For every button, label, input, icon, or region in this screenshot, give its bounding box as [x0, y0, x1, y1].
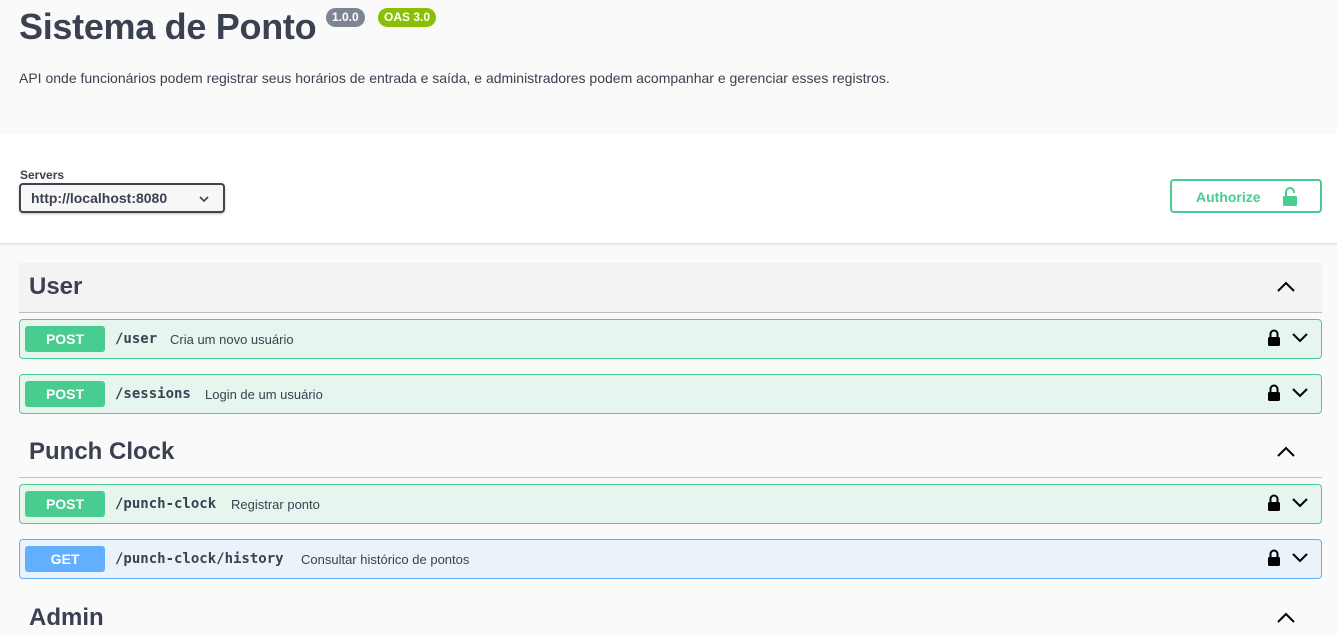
- page-title: Sistema de Ponto: [19, 6, 317, 47]
- lock-icon[interactable]: [1267, 329, 1281, 347]
- tag-title: User: [29, 273, 83, 300]
- api-description: API onde funcionários podem registrar se…: [19, 70, 890, 86]
- operation-summary: Cria um novo usuário: [170, 332, 294, 347]
- chevron-down-icon[interactable]: [1291, 551, 1309, 563]
- chevron-down-icon[interactable]: [1291, 496, 1309, 508]
- lock-icon[interactable]: [1267, 549, 1281, 567]
- operation-path: /user: [115, 331, 158, 347]
- authorize-button-label: Authorize: [1196, 189, 1261, 205]
- method-badge: GET: [25, 546, 105, 572]
- operation-post-punch-clock[interactable]: POST /punch-clock Registrar ponto: [19, 484, 1322, 524]
- servers-bar: Servers http://localhost:8080 Authorize: [0, 134, 1337, 244]
- operation-get-punch-clock-history[interactable]: GET /punch-clock/history Consultar histó…: [19, 539, 1322, 579]
- method-badge: POST: [25, 491, 105, 517]
- servers-label: Servers: [20, 168, 65, 182]
- chevron-up-icon[interactable]: [1276, 611, 1296, 625]
- lock-icon[interactable]: [1267, 384, 1281, 402]
- operation-summary: Consultar histórico de pontos: [301, 552, 470, 567]
- operation-post-sessions[interactable]: POST /sessions Login de um usuário: [19, 374, 1322, 414]
- chevron-down-icon: [199, 196, 209, 203]
- chevron-down-icon[interactable]: [1291, 386, 1309, 398]
- tag-title: Admin: [29, 604, 104, 631]
- chevron-down-icon[interactable]: [1291, 331, 1309, 343]
- lock-icon[interactable]: [1267, 494, 1281, 512]
- operation-path: /punch-clock: [115, 496, 217, 512]
- tag-title: Punch Clock: [29, 438, 175, 465]
- server-select[interactable]: http://localhost:8080: [19, 183, 225, 213]
- unlock-icon: [1283, 187, 1297, 206]
- tag-section-punch-clock[interactable]: Punch Clock: [19, 428, 1322, 478]
- operation-summary: Login de um usuário: [205, 387, 323, 402]
- version-badge: 1.0.0: [326, 8, 365, 27]
- operation-post-user[interactable]: POST /user Cria um novo usuário: [19, 319, 1322, 359]
- server-select-value: http://localhost:8080: [31, 190, 168, 206]
- tag-section-admin[interactable]: Admin: [19, 594, 1322, 636]
- method-badge: POST: [25, 326, 105, 352]
- oas-badge: OAS 3.0: [378, 8, 437, 27]
- method-badge: POST: [25, 381, 105, 407]
- operation-path: /sessions: [115, 386, 191, 402]
- tag-section-user[interactable]: User: [19, 263, 1322, 313]
- api-info: Sistema de Ponto 1.0.0 OAS 3.0 API onde …: [0, 0, 1337, 134]
- operation-summary: Registrar ponto: [231, 497, 320, 512]
- chevron-up-icon[interactable]: [1276, 445, 1296, 459]
- authorize-button[interactable]: Authorize: [1170, 179, 1322, 213]
- operation-path: /punch-clock/history: [115, 551, 284, 567]
- chevron-up-icon[interactable]: [1276, 280, 1296, 294]
